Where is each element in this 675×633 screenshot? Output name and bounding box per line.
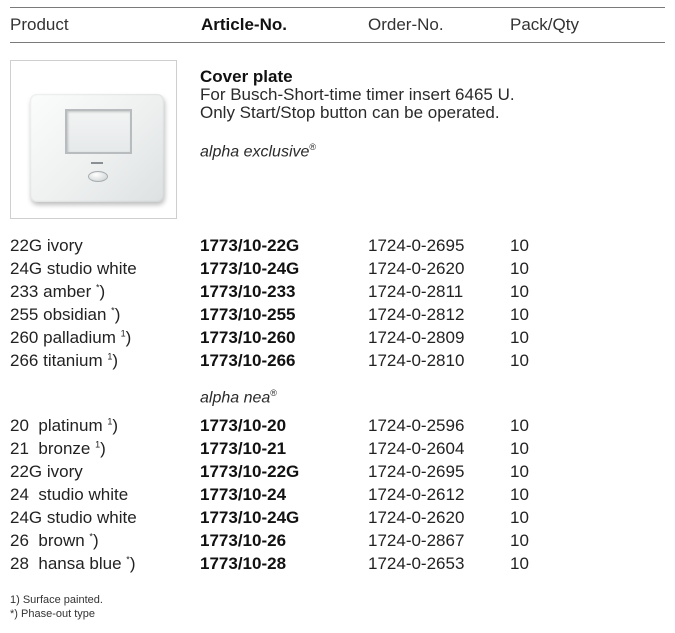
table-row: 28 hansa blue *) 1773/10-28 1724-0-2653 10: [0, 554, 675, 576]
article-no: 1773/10-255: [200, 305, 296, 324]
series-heading-alpha-exclusive: alpha exclusive®: [200, 142, 317, 161]
table-row: 233 amber *) 1773/10-233 1724-0-2811 10: [0, 282, 675, 304]
order-no: 1724-0-2812: [368, 305, 465, 324]
article-no: 1773/10-21: [200, 439, 287, 458]
table-row: 24 studio white 1773/10-24 1724-0-2612 10: [0, 485, 675, 507]
pack-qty: 10: [510, 439, 529, 458]
order-no: 1724-0-2653: [368, 554, 465, 573]
header-order-no: Order-No.: [368, 15, 444, 34]
pack-qty: 10: [510, 416, 529, 435]
product-variant: 233 amber *): [10, 282, 106, 301]
product-variant: 260 palladium 1): [10, 328, 132, 347]
brand-mark: [91, 162, 103, 164]
table-row: 22G ivory 1773/10-22G 1724-0-2695 10: [0, 462, 675, 484]
order-no: 1724-0-2695: [368, 462, 465, 481]
product-variant: 24G studio white: [10, 259, 137, 278]
article-no: 1773/10-22G: [200, 236, 300, 255]
article-no: 1773/10-20: [200, 416, 287, 435]
table-row: 260 palladium 1) 1773/10-260 1724-0-2809 10: [0, 328, 675, 350]
order-no: 1724-0-2604: [368, 439, 465, 458]
table-row: 22G ivory 1773/10-22G 1724-0-2695 10: [0, 236, 675, 258]
start-stop-button-illustration: [88, 171, 108, 182]
header-product: Product: [10, 15, 69, 34]
article-no: 1773/10-24: [200, 485, 287, 504]
footnote-phase-out: *) Phase-out type: [10, 608, 95, 620]
cover-plate-illustration: [30, 94, 164, 202]
top-divider: [10, 7, 665, 8]
product-variant: 26 brown *): [10, 531, 99, 550]
pack-qty: 10: [510, 508, 529, 527]
table-row: 24G studio white 1773/10-24G 1724-0-2620 10: [0, 508, 675, 530]
order-no: 1724-0-2620: [368, 259, 465, 278]
product-variant: 24G studio white: [10, 508, 137, 527]
product-variant: 28 hansa blue *): [10, 554, 136, 573]
product-variant: 255 obsidian *): [10, 305, 121, 324]
pack-qty: 10: [510, 328, 529, 347]
table-row: 266 titanium 1) 1773/10-266 1724-0-2810 10: [0, 351, 675, 373]
pack-qty: 10: [510, 305, 529, 324]
footnote-surface-painted: 1) Surface painted.: [10, 594, 103, 606]
article-no: 1773/10-24G: [200, 508, 300, 527]
order-no: 1724-0-2867: [368, 531, 465, 550]
order-no: 1724-0-2612: [368, 485, 465, 504]
article-no: 1773/10-24G: [200, 259, 300, 278]
pack-qty: 10: [510, 485, 529, 504]
order-no: 1724-0-2811: [368, 282, 464, 301]
header-divider: [10, 42, 665, 43]
article-no: 1773/10-22G: [200, 462, 300, 481]
product-description-line: Only Start/Stop button can be operated.: [200, 103, 500, 122]
product-image: [10, 60, 177, 219]
article-no: 1773/10-266: [200, 351, 296, 370]
article-no: 1773/10-28: [200, 554, 287, 573]
article-no: 1773/10-26: [200, 531, 287, 550]
pack-qty: 10: [510, 282, 529, 301]
product-variant: 266 titanium 1): [10, 351, 119, 370]
pack-qty: 10: [510, 351, 529, 370]
pack-qty: 10: [510, 554, 529, 573]
product-variant: 24 studio white: [10, 485, 129, 504]
order-no: 1724-0-2695: [368, 236, 465, 255]
table-row: 255 obsidian *) 1773/10-255 1724-0-2812 10: [0, 305, 675, 327]
article-no: 1773/10-260: [200, 328, 296, 347]
table-row: 24G studio white 1773/10-24G 1724-0-2620 10: [0, 259, 675, 281]
product-title: Cover plate: [200, 67, 293, 86]
order-no: 1724-0-2596: [368, 416, 465, 435]
header-pack-qty: Pack/Qty: [510, 15, 579, 34]
display-window: [65, 109, 132, 154]
order-no: 1724-0-2809: [368, 328, 465, 347]
product-variant: 21 bronze 1): [10, 439, 106, 458]
product-variant: 22G ivory: [10, 462, 83, 481]
product-description-line: For Busch-Short-time timer insert 6465 U…: [200, 85, 515, 104]
product-variant: 20 platinum 1): [10, 416, 119, 435]
series-heading-alpha-nea: alpha nea®: [200, 388, 277, 407]
pack-qty: 10: [510, 462, 529, 481]
pack-qty: 10: [510, 531, 529, 550]
product-variant: 22G ivory: [10, 236, 83, 255]
article-no: 1773/10-233: [200, 282, 296, 301]
table-row: 26 brown *) 1773/10-26 1724-0-2867 10: [0, 531, 675, 553]
order-no: 1724-0-2620: [368, 508, 465, 527]
pack-qty: 10: [510, 236, 529, 255]
table-row: 21 bronze 1) 1773/10-21 1724-0-2604 10: [0, 439, 675, 461]
pack-qty: 10: [510, 259, 529, 278]
table-row: 20 platinum 1) 1773/10-20 1724-0-2596 10: [0, 416, 675, 438]
header-article-no: Article-No.: [201, 15, 287, 34]
order-no: 1724-0-2810: [368, 351, 465, 370]
